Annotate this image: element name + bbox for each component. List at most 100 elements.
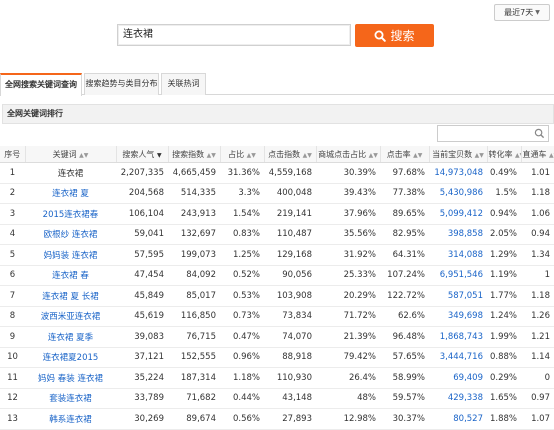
ztc-value: 0.97 bbox=[521, 388, 554, 409]
search-index-value: 85,017 bbox=[168, 285, 220, 307]
col-header-ctr[interactable]: 点击率 ▲▼ bbox=[380, 146, 430, 163]
col-header-items[interactable]: 当前宝贝数 ▲▼ bbox=[429, 146, 488, 163]
tab-related-words[interactable]: 关联热词 bbox=[161, 73, 206, 95]
ctr-value: 89.65% bbox=[380, 203, 429, 225]
items-count-link[interactable]: 349,698 bbox=[429, 306, 487, 327]
keyword-link[interactable]: 连衣裙 夏 bbox=[25, 183, 116, 204]
share-value: 0.52% bbox=[220, 265, 264, 286]
ctr-value: 64.31% bbox=[380, 244, 429, 266]
tab-trend-category[interactable]: 搜索趋势与类目分布 bbox=[84, 73, 159, 95]
ctr-value: 30.37% bbox=[380, 408, 429, 430]
items-count-link[interactable]: 5,430,986 bbox=[429, 183, 487, 204]
mall-share-value: 21.39% bbox=[316, 326, 380, 348]
search-index-value: 116,850 bbox=[168, 306, 220, 327]
search-input[interactable]: 连衣裙 bbox=[117, 24, 351, 46]
search-button[interactable]: 搜索 bbox=[355, 24, 434, 47]
keyword-link[interactable]: 妈妈装 连衣裙 bbox=[25, 244, 116, 266]
cvr-value: 1.77% bbox=[487, 285, 521, 307]
table-row: 10 连衣裙夏2015 37,121 152,555 0.96% 88,918 79.42%… bbox=[0, 347, 554, 368]
items-count-link[interactable]: 14,973,048 bbox=[429, 162, 487, 184]
row-index: 8 bbox=[0, 306, 25, 327]
items-count-link[interactable]: 5,099,412 bbox=[429, 203, 487, 225]
keyword-link[interactable]: 波西米亚连衣裙 bbox=[25, 306, 116, 327]
table-row: 12 套装连衣裙 33,789 71,682 0.44% 43,148 48% 59.57% 4… bbox=[0, 388, 554, 409]
col-header-search-index[interactable]: 搜索指数 ▲▼ bbox=[168, 146, 221, 163]
search-index-value: 71,682 bbox=[168, 388, 220, 409]
click-index-value: 27,893 bbox=[264, 408, 316, 430]
col-header-share[interactable]: 占比 ▲▼ bbox=[220, 146, 265, 163]
keyword-link[interactable]: 连衣裙 夏 长裙 bbox=[25, 285, 116, 307]
ztc-value: 1.26 bbox=[521, 306, 554, 327]
table-row: 13 韩系连衣裙 30,269 89,674 0.56% 27,893 12.98% 30.3… bbox=[0, 408, 554, 430]
col-header-popularity[interactable]: 搜索人气 ▼ bbox=[116, 146, 169, 163]
keyword-text: 连衣裙 bbox=[25, 162, 116, 184]
click-index-value: 4,559,168 bbox=[264, 162, 316, 184]
ztc-value: 0.94 bbox=[521, 224, 554, 245]
items-count-link[interactable]: 69,409 bbox=[429, 367, 487, 389]
ztc-value: 1.07 bbox=[521, 408, 554, 430]
keyword-link[interactable]: 妈妈 春装 连衣裙 bbox=[25, 367, 116, 389]
keyword-link[interactable]: 连衣裙夏2015 bbox=[25, 347, 116, 368]
search-index-value: 4,665,459 bbox=[168, 162, 220, 184]
items-count-link[interactable]: 1,868,743 bbox=[429, 326, 487, 348]
cvr-value: 1.5% bbox=[487, 183, 521, 204]
cvr-value: 1.29% bbox=[487, 244, 521, 266]
col-header-mall-share[interactable]: 商城点击占比 ▲▼ bbox=[316, 146, 381, 163]
ztc-value: 1.18 bbox=[521, 285, 554, 307]
popularity-value: 33,789 bbox=[116, 388, 168, 409]
click-index-value: 43,148 bbox=[264, 388, 316, 409]
mall-share-value: 31.92% bbox=[316, 244, 380, 266]
click-index-value: 400,048 bbox=[264, 183, 316, 204]
popularity-value: 47,454 bbox=[116, 265, 168, 286]
items-count-link[interactable]: 587,051 bbox=[429, 285, 487, 307]
search-index-value: 199,073 bbox=[168, 244, 220, 266]
row-index: 4 bbox=[0, 224, 25, 245]
row-index: 6 bbox=[0, 265, 25, 286]
keyword-link[interactable]: 欧根纱 连衣裙 bbox=[25, 224, 116, 245]
row-index: 11 bbox=[0, 367, 25, 389]
search-index-value: 152,555 bbox=[168, 347, 220, 368]
ctr-value: 62.6% bbox=[380, 306, 429, 327]
mall-share-value: 79.42% bbox=[316, 347, 380, 368]
popularity-value: 57,595 bbox=[116, 244, 168, 266]
cvr-value: 0.88% bbox=[487, 347, 521, 368]
mall-share-value: 30.39% bbox=[316, 162, 380, 184]
items-count-link[interactable]: 6,951,546 bbox=[429, 265, 487, 286]
share-value: 1.54% bbox=[220, 203, 264, 225]
items-count-link[interactable]: 429,338 bbox=[429, 388, 487, 409]
items-count-link[interactable]: 3,444,716 bbox=[429, 347, 487, 368]
sort-icon: ▲▼ bbox=[206, 151, 216, 159]
keyword-link[interactable]: 韩系连衣裙 bbox=[25, 408, 116, 430]
col-header-ztc[interactable]: 直通车 ▲▼ bbox=[521, 146, 554, 163]
items-count-link[interactable]: 398,858 bbox=[429, 224, 487, 245]
items-count-link[interactable]: 314,088 bbox=[429, 244, 487, 266]
row-index: 2 bbox=[0, 183, 25, 204]
col-header-keyword[interactable]: 关键词 ▲▼ bbox=[25, 146, 117, 163]
tab-keyword-query[interactable]: 全网搜索关键词查询 bbox=[0, 73, 82, 96]
filter-input[interactable] bbox=[437, 125, 549, 142]
keyword-link[interactable]: 套装连衣裙 bbox=[25, 388, 116, 409]
ctr-value: 59.57% bbox=[380, 388, 429, 409]
click-index-value: 110,487 bbox=[264, 224, 316, 245]
date-range-dropdown[interactable]: 最近7天 ▼ bbox=[494, 4, 550, 21]
share-value: 0.83% bbox=[220, 224, 264, 245]
ctr-value: 82.95% bbox=[380, 224, 429, 245]
share-value: 1.18% bbox=[220, 367, 264, 389]
mall-share-value: 48% bbox=[316, 388, 380, 409]
ztc-value: 1.14 bbox=[521, 347, 554, 368]
keyword-link[interactable]: 2015连衣裙春 bbox=[25, 203, 116, 225]
col-header-click-index[interactable]: 点击指数 ▲▼ bbox=[264, 146, 317, 163]
mall-share-value: 37.96% bbox=[316, 203, 380, 225]
click-index-value: 90,056 bbox=[264, 265, 316, 286]
share-value: 0.44% bbox=[220, 388, 264, 409]
row-index: 1 bbox=[0, 162, 25, 184]
keyword-link[interactable]: 连衣裙 春 bbox=[25, 265, 116, 286]
items-count-link[interactable]: 80,527 bbox=[429, 408, 487, 430]
keyword-link[interactable]: 连衣裙 夏季 bbox=[25, 326, 116, 348]
search-index-value: 84,092 bbox=[168, 265, 220, 286]
ztc-value: 1 bbox=[521, 265, 554, 286]
col-header-cvr[interactable]: 转化率 ▲▼ bbox=[487, 146, 522, 163]
mall-share-value: 12.98% bbox=[316, 408, 380, 430]
col-header-index: 序号 bbox=[0, 146, 26, 163]
sort-icon: ▲▼ bbox=[515, 151, 520, 159]
